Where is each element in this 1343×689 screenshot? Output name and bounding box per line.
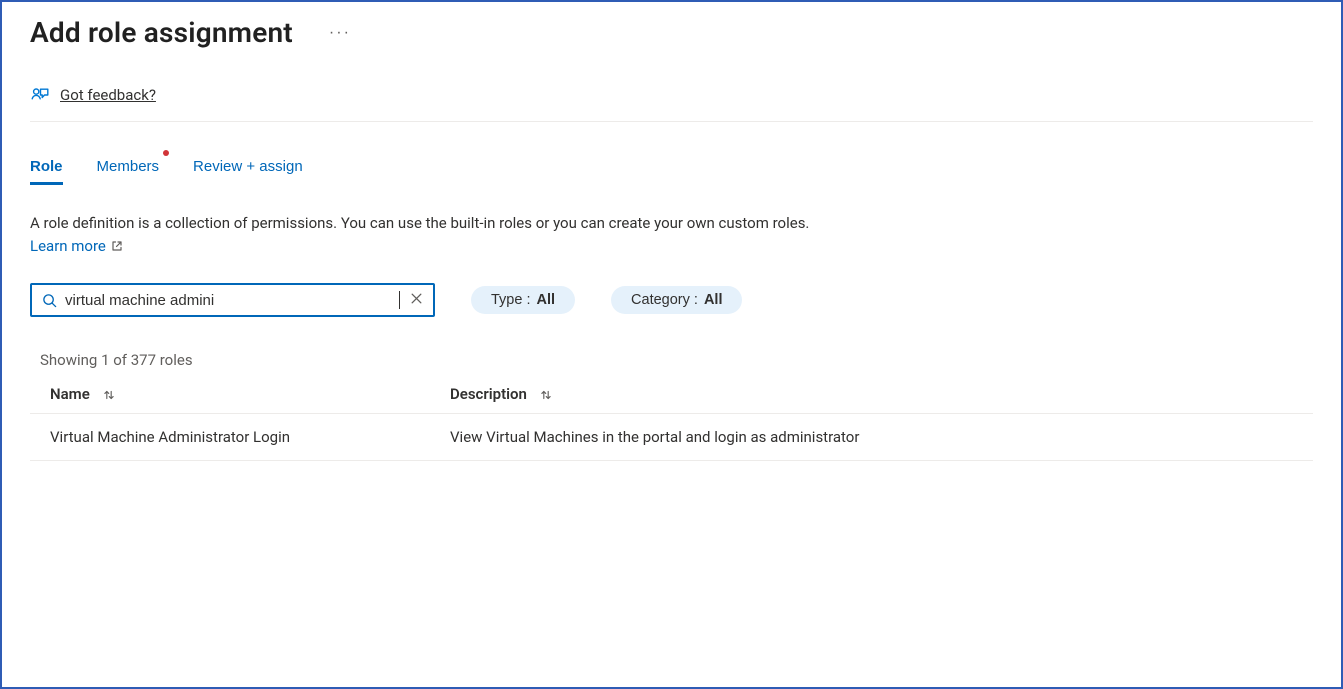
- column-header-label: Description: [450, 385, 527, 403]
- filter-value: All: [537, 292, 556, 308]
- sort-icon: [102, 388, 116, 402]
- filter-label: Type :: [491, 292, 531, 308]
- text-cursor-icon: [399, 291, 400, 309]
- sort-icon: [539, 388, 553, 402]
- column-header-name[interactable]: Name: [30, 375, 430, 414]
- column-header-label: Name: [50, 385, 90, 403]
- tab-label: Review + assign: [193, 158, 303, 175]
- attention-dot-icon: [163, 150, 169, 156]
- close-icon: [410, 292, 423, 308]
- got-feedback-link[interactable]: Got feedback?: [60, 86, 156, 104]
- learn-more-link[interactable]: Learn more: [30, 235, 123, 258]
- column-header-description[interactable]: Description: [430, 375, 1313, 414]
- role-description: A role definition is a collection of per…: [30, 212, 850, 257]
- feedback-icon: [30, 85, 50, 105]
- role-description-cell: View Virtual Machines in the portal and …: [430, 414, 1313, 461]
- tab-label: Role: [30, 158, 63, 175]
- page-title: Add role assignment: [30, 16, 293, 49]
- feedback-bar: Got feedback?: [30, 73, 1313, 122]
- result-count: Showing 1 of 377 roles: [40, 351, 1313, 369]
- filter-label: Category :: [631, 292, 698, 308]
- tab-members[interactable]: Members: [97, 152, 160, 185]
- tab-review-assign[interactable]: Review + assign: [193, 152, 303, 185]
- more-actions-button[interactable]: ···: [325, 21, 355, 45]
- roles-table: Name Description: [30, 375, 1313, 461]
- search-icon: [42, 293, 57, 308]
- tabs: Role Members Review + assign: [30, 152, 1313, 186]
- role-search-box[interactable]: [30, 283, 435, 317]
- table-row[interactable]: Virtual Machine Administrator Login View…: [30, 414, 1313, 461]
- role-description-text: A role definition is a collection of per…: [30, 214, 809, 232]
- learn-more-label: Learn more: [30, 235, 106, 258]
- tab-role[interactable]: Role: [30, 152, 63, 185]
- filter-value: All: [704, 292, 723, 308]
- filter-type-pill[interactable]: Type : All: [471, 286, 575, 314]
- clear-search-button[interactable]: [408, 290, 425, 310]
- role-name-cell: Virtual Machine Administrator Login: [30, 414, 430, 461]
- role-search-input[interactable]: [65, 292, 397, 309]
- tab-label: Members: [97, 158, 160, 175]
- filter-category-pill[interactable]: Category : All: [611, 286, 742, 314]
- external-link-icon: [111, 240, 123, 252]
